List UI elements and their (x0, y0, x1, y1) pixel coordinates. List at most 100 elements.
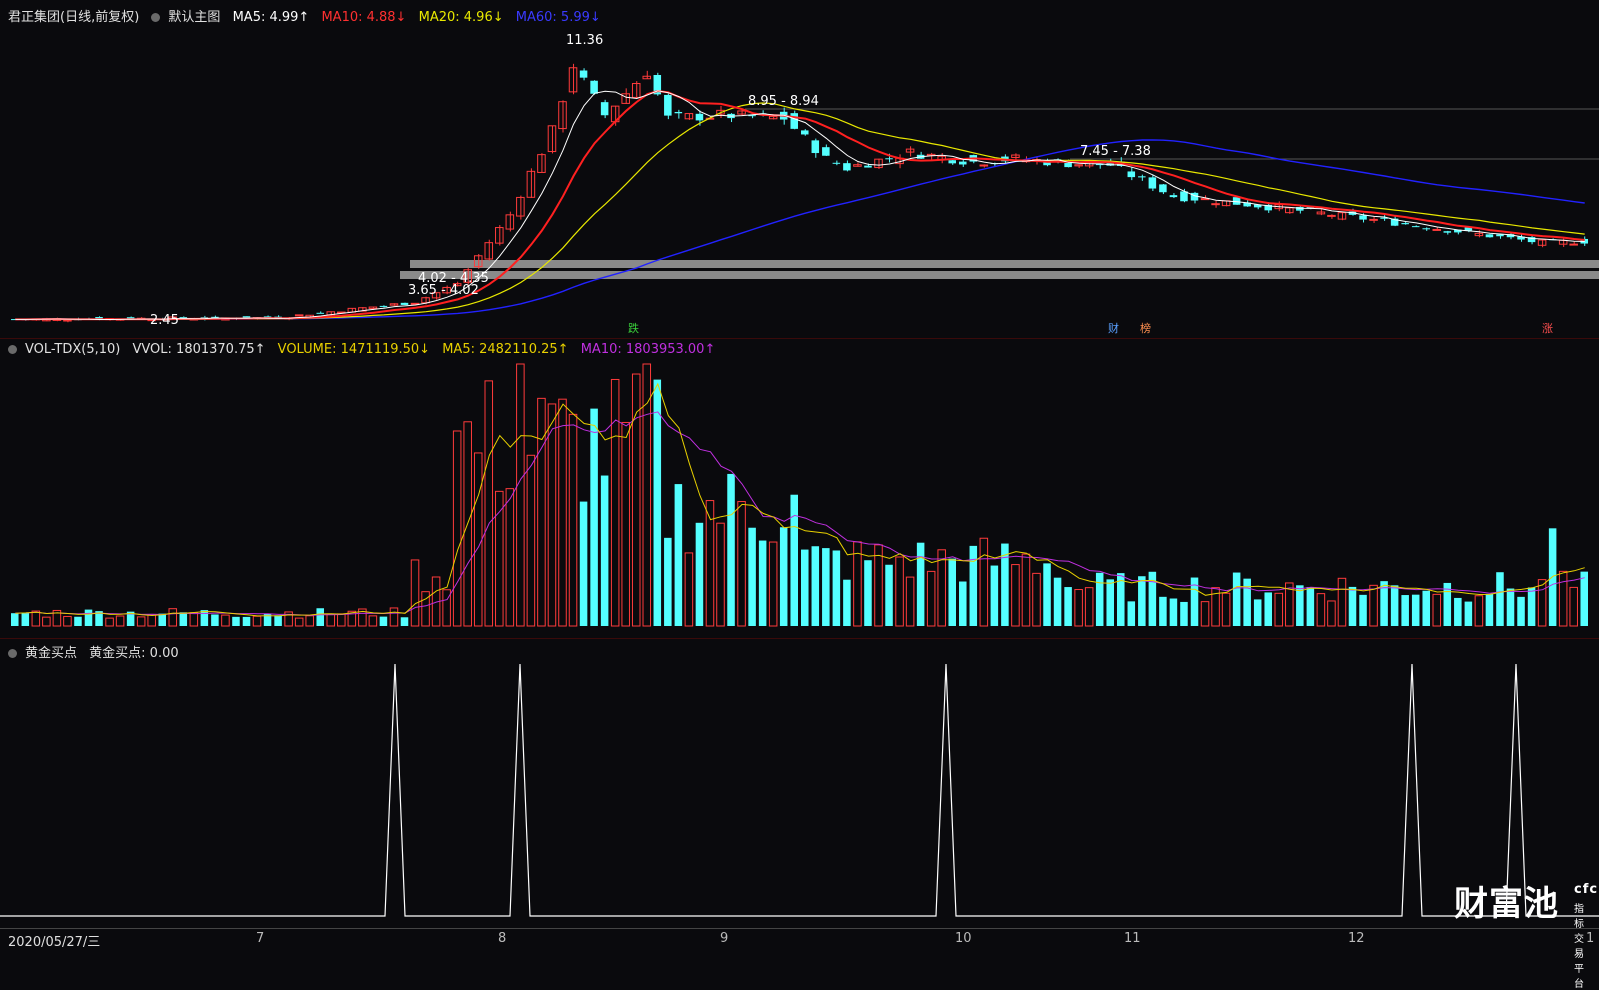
candle-body (1422, 228, 1430, 230)
volume-bar (895, 556, 904, 627)
settings-dot-icon[interactable] (151, 13, 161, 22)
candle-body (1159, 184, 1167, 193)
candle-body (579, 70, 588, 78)
volume-bar (1411, 594, 1420, 626)
volume-bar (1264, 592, 1272, 626)
settings-dot-icon[interactable] (8, 649, 17, 658)
event-marker-rank: 榜 (1140, 321, 1151, 335)
volume-bar (768, 541, 778, 627)
time-axis: 2020/05/27/三 7 8 9 10 11 12 1 (0, 928, 1599, 950)
volume-bar (1390, 585, 1399, 626)
volume-bar (505, 488, 515, 627)
volume-bar (916, 542, 925, 626)
support-band-1 (410, 260, 1599, 268)
volume-bar (1053, 577, 1062, 626)
range-label-1: 8.95 - 8.94 (748, 94, 819, 109)
volume-bar (1558, 570, 1568, 627)
candle-body (1401, 223, 1409, 225)
volume-bar (874, 544, 883, 627)
volume-bar (31, 610, 41, 627)
candle-body (1211, 203, 1220, 206)
volume-bar (337, 613, 346, 627)
vol-ma10-label: MA10: 1803953.00↑ (580, 342, 716, 357)
volume-bar (600, 475, 609, 626)
volume-bar (811, 546, 820, 626)
volume-bar (716, 522, 725, 627)
candle-body (801, 130, 809, 135)
volume-bar (1569, 586, 1578, 627)
axis-month-9: 9 (720, 931, 729, 946)
volume-bar (1527, 587, 1536, 626)
vol-name[interactable]: VOL-TDX(5,10) (25, 342, 120, 357)
candle-body (1369, 218, 1378, 221)
volume-bar (621, 421, 630, 627)
volume-bar (379, 616, 388, 626)
axis-month-1: 1 (1586, 931, 1595, 946)
candle-body (1432, 228, 1442, 231)
volume-bar (1095, 572, 1104, 626)
volume-bar (1401, 595, 1409, 626)
volume-bar (1454, 597, 1462, 626)
volume-bar (473, 452, 483, 627)
stock-title[interactable]: 君正集团(日线,前复权) (8, 10, 139, 25)
volume-chart[interactable] (0, 360, 1599, 638)
volume-bar (232, 616, 240, 626)
candle-body (1138, 176, 1146, 178)
axis-month-12: 12 (1348, 931, 1365, 946)
indicator-name[interactable]: 黄金买点 (25, 646, 77, 661)
volume-bar (1064, 587, 1072, 626)
volume-bar (590, 408, 598, 626)
range-label-4: 3.65 - 4.02 (408, 283, 479, 298)
volume-bar (84, 609, 93, 626)
volume-bar (1106, 579, 1114, 626)
theme-label[interactable]: 默认主图 (168, 10, 220, 25)
range-label-2: 7.45 - 7.38 (1080, 144, 1151, 159)
candle-body (885, 158, 893, 160)
candle-body (316, 312, 324, 314)
volume-bar (147, 614, 156, 627)
volume-bar (274, 615, 282, 626)
volume-bar (758, 540, 767, 626)
candle-body (1569, 243, 1578, 246)
axis-month-8: 8 (498, 931, 507, 946)
volume-bar (389, 607, 399, 627)
volume-bar (832, 550, 841, 626)
indicator-chart[interactable] (0, 660, 1599, 928)
volume-bar (221, 614, 230, 627)
candle-body (1180, 191, 1188, 202)
volume-bar (189, 612, 199, 627)
volume-bar (885, 564, 893, 626)
volume-bar (1243, 578, 1251, 626)
volume-bar (537, 397, 546, 627)
volume-bar (1327, 600, 1336, 627)
ma10-line (15, 89, 1585, 321)
candle-body (1496, 234, 1504, 237)
candle-body (600, 102, 609, 116)
volume-bar (801, 549, 809, 626)
volume-bar (1306, 587, 1315, 626)
volume-bar (200, 610, 209, 626)
volume-bar (136, 616, 146, 627)
price-chart[interactable]: 11.36 2.45 8.95 - 8.94 7.45 - 7.38 4.02 … (0, 24, 1599, 336)
volume-bar (695, 522, 704, 626)
volume-bar (959, 581, 967, 626)
axis-month-10: 10 (955, 931, 972, 946)
volume-bar (484, 380, 494, 627)
event-marker-down: 跌 (628, 321, 639, 335)
settings-dot-icon[interactable] (8, 345, 17, 354)
vvol-label: VVOL: 1801370.75↑ (132, 342, 266, 357)
volume-bar (168, 608, 178, 627)
golden-buy-line (0, 663, 1599, 917)
volume-bar (937, 549, 946, 627)
pane-separator-1 (0, 338, 1599, 339)
candle-body (811, 140, 820, 154)
candle-body (674, 111, 683, 114)
volume-bar (926, 570, 936, 627)
volume-bar (516, 363, 525, 627)
volume-bar (42, 616, 51, 627)
candle-body (1443, 231, 1452, 233)
candle-body (1337, 212, 1347, 220)
candle-body (843, 163, 851, 171)
candle-body (664, 94, 672, 116)
volume-bar (610, 378, 620, 627)
